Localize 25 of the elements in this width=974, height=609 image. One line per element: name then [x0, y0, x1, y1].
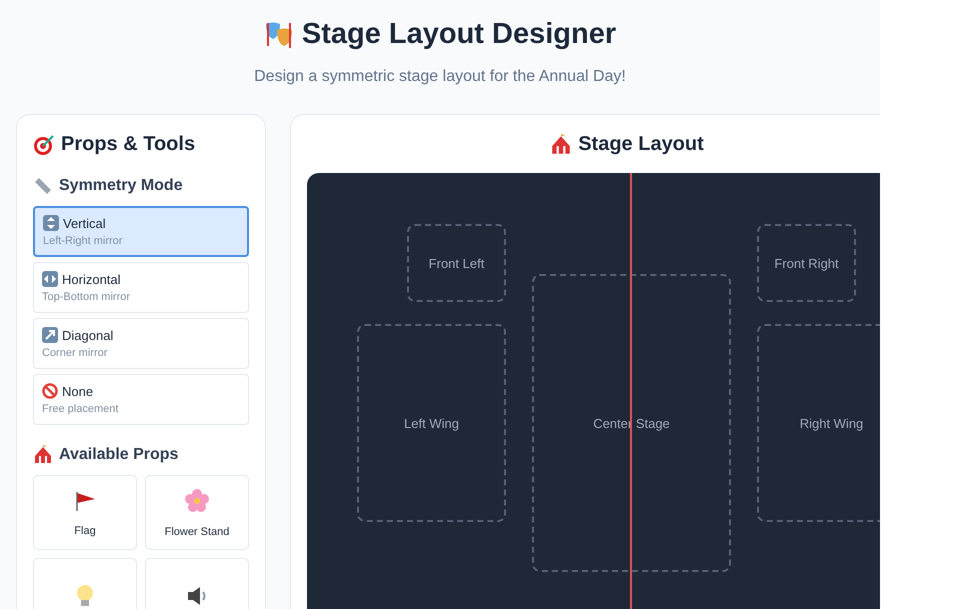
section-title: Symmetry Mode	[59, 177, 183, 195]
prop-card[interactable]: Flag	[33, 475, 137, 550]
symmetry-option[interactable]: Diagonal Corner mirror	[33, 318, 249, 369]
page-subtitle: Design a symmetric stage layout for the Annual Day!	[253, 68, 627, 86]
diagonal-arrow-icon	[42, 327, 58, 343]
page-title: Stage Layout Designer	[302, 18, 616, 51]
target-icon	[33, 134, 55, 156]
section-title: Available Props	[59, 446, 178, 464]
symmetry-option[interactable]: Vertical Left-Right mirror	[33, 206, 249, 257]
light-bulb-icon	[75, 582, 95, 608]
stage-zone[interactable]: Front Right	[757, 224, 856, 302]
panel-title: Props & Tools	[61, 133, 196, 156]
flower-icon	[184, 488, 210, 514]
circus-tent-icon	[550, 134, 572, 156]
stage-zone[interactable]: Front Left	[407, 224, 506, 302]
stage-zone[interactable]: Left Wing	[357, 324, 506, 522]
symmetry-option[interactable]: Horizontal Top-Bottom mirror	[33, 262, 249, 313]
theater-masks-icon	[264, 20, 294, 50]
prohibited-icon	[42, 383, 58, 399]
panel-title: Stage Layout	[578, 133, 704, 156]
stage-zone[interactable]: Right Wing	[757, 324, 880, 522]
symmetry-option[interactable]: None Free placement	[33, 374, 249, 425]
prop-card[interactable]: Flower Stand	[145, 475, 249, 550]
circus-tent-icon	[33, 445, 53, 465]
ruler-icon	[33, 176, 53, 196]
